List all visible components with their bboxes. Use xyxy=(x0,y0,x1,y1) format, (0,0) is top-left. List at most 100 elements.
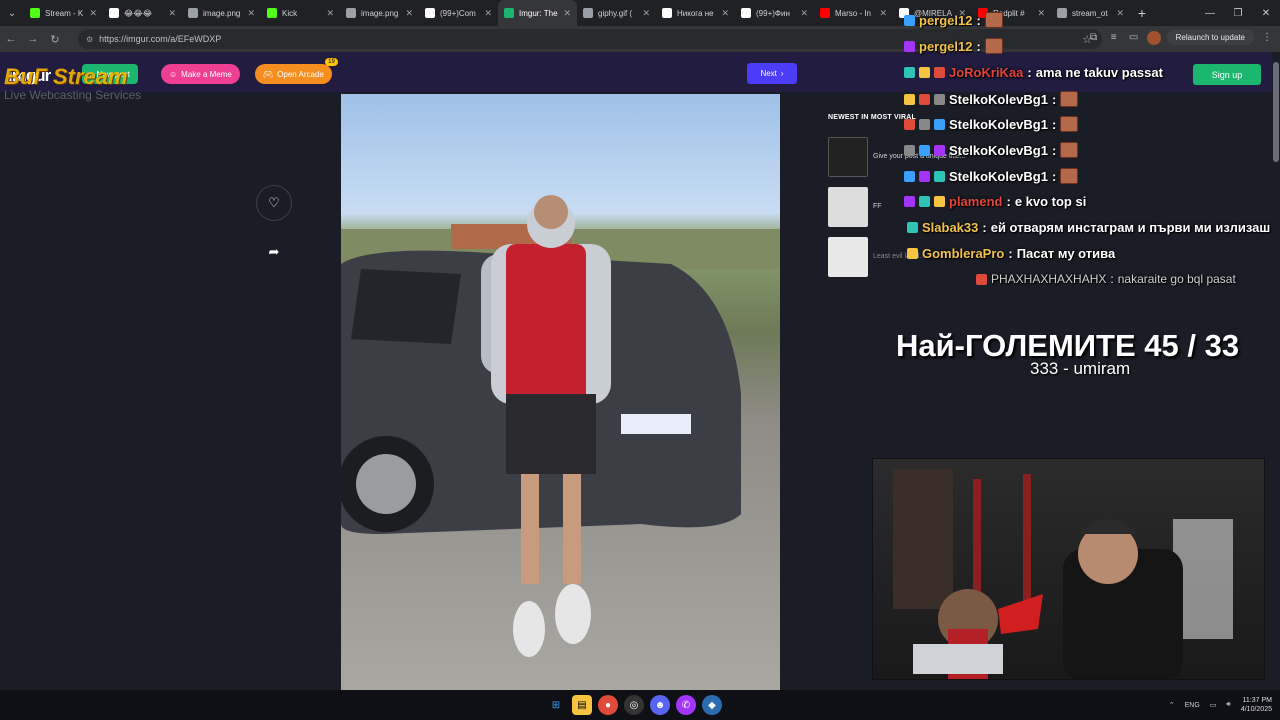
chat-badge-icon xyxy=(904,67,915,78)
media-icon[interactable]: ≡ xyxy=(1107,32,1121,43)
new-tab-button[interactable]: + xyxy=(1130,5,1154,21)
sidepanel-icon[interactable]: ▭ xyxy=(1127,32,1141,43)
meme-icon: ☺ xyxy=(169,69,178,79)
tab-close-icon[interactable]: ✕ xyxy=(168,8,176,19)
chat-message: plamend: e kvo top si xyxy=(904,194,1086,209)
browser-tab[interactable]: Marso - In ✕ xyxy=(814,0,893,26)
back-icon[interactable]: ← xyxy=(0,33,22,45)
tab-close-icon[interactable]: ✕ xyxy=(484,8,492,19)
chat-message: GombleraPro: Пасат му отива xyxy=(907,246,1115,261)
reload-icon[interactable]: ↻ xyxy=(44,33,66,46)
post-thumbnail[interactable] xyxy=(828,137,868,177)
tab-title: Stream - K xyxy=(45,8,84,18)
post-image[interactable] xyxy=(341,94,780,690)
browser-tab[interactable]: Imgur: The ✕ xyxy=(498,0,577,26)
browser-tab[interactable]: Stream - K ✕ xyxy=(24,0,103,26)
tab-search-icon[interactable]: ⌄ xyxy=(0,0,24,26)
minimize-icon[interactable]: — xyxy=(1196,8,1224,19)
messenger-icon[interactable]: ✆ xyxy=(676,695,696,715)
browser-tab[interactable]: 😂😂😂 ✕ xyxy=(103,0,182,26)
clock-date: 4/10/2025 xyxy=(1240,706,1272,713)
kick-icon xyxy=(267,8,277,18)
chat-badge-icon xyxy=(904,196,915,207)
taskbar-clock[interactable]: 11:37 PM 4/10/2025 xyxy=(1241,696,1272,714)
chevron-right-icon: › xyxy=(780,69,784,78)
tiktok-icon xyxy=(741,8,751,18)
windows-start-icon[interactable]: ⊞ xyxy=(546,695,566,715)
obs-icon[interactable]: ◎ xyxy=(624,695,644,715)
chat-text: ama ne takuv passat xyxy=(1035,65,1163,80)
tab-close-icon[interactable]: ✕ xyxy=(800,8,808,19)
tab-close-icon[interactable]: ✕ xyxy=(405,8,413,19)
browser-tab[interactable]: stream_ot ✕ xyxy=(1051,0,1130,26)
scrollbar-thumb[interactable] xyxy=(1273,62,1279,162)
overlay-subtitle: 333 - umiram xyxy=(1030,359,1131,378)
tab-close-icon[interactable]: ✕ xyxy=(563,8,571,19)
tab-close-icon[interactable]: ✕ xyxy=(247,8,255,19)
chat-username: pergel12 xyxy=(919,12,973,28)
next-button[interactable]: Next › xyxy=(747,63,797,84)
tab-title: giphy.gif ( xyxy=(598,8,633,18)
language-indicator[interactable]: ENG xyxy=(1185,702,1200,709)
forward-icon[interactable]: → xyxy=(22,33,44,45)
chat-emote xyxy=(984,38,1003,54)
network-icon[interactable]: ▭ xyxy=(1210,701,1217,709)
tab-close-icon[interactable]: ✕ xyxy=(1116,8,1124,19)
new-post-button[interactable]: + New post xyxy=(82,64,139,84)
chat-badge-icon xyxy=(919,93,930,105)
chat-username: РНАХНАХНАХНАНХ xyxy=(991,272,1107,286)
browser-tab[interactable]: (99+)Com ✕ xyxy=(419,0,498,26)
tab-close-icon[interactable]: ✕ xyxy=(879,8,887,19)
tab-close-icon[interactable]: ✕ xyxy=(642,8,650,19)
close-window-icon[interactable]: ✕ xyxy=(1252,8,1280,19)
tab-close-icon[interactable]: ✕ xyxy=(326,8,334,19)
volume-icon[interactable]: 🔊︎ xyxy=(1226,701,1230,709)
tab-close-icon[interactable]: ✕ xyxy=(1037,8,1045,19)
tab-close-icon[interactable]: ✕ xyxy=(89,8,97,19)
maximize-icon[interactable]: ❐ xyxy=(1224,8,1252,19)
site-info-icon[interactable]: ⚙ xyxy=(86,35,93,44)
webcam-feed xyxy=(872,458,1265,680)
post-thumbnail[interactable] xyxy=(828,187,868,227)
tray-chevron-icon[interactable]: ⌃ xyxy=(1169,701,1175,709)
app-icon[interactable]: ◆ xyxy=(702,695,722,715)
relaunch-button[interactable]: Relaunch to update xyxy=(1166,30,1254,45)
browser-tab[interactable]: image.png ✕ xyxy=(340,0,419,26)
chat-text: nakaraite go bql pasat xyxy=(1117,272,1236,286)
post-title[interactable]: FF xyxy=(873,203,882,210)
chat-username: GombleraPro xyxy=(922,246,1005,261)
chat-message: StelkoKolevBg1: xyxy=(904,91,1079,107)
discord-icon[interactable]: ☻ xyxy=(650,695,670,715)
chat-badge-icon xyxy=(907,248,918,259)
file-explorer-icon[interactable]: ▤ xyxy=(572,695,592,715)
sign-up-button[interactable]: Sign up xyxy=(1193,64,1261,85)
make-meme-button[interactable]: ☺ Make a Meme xyxy=(161,64,240,84)
next-label: Next xyxy=(760,69,777,78)
page-scrollbar[interactable] xyxy=(1272,52,1280,690)
post-thumbnail[interactable] xyxy=(828,237,868,277)
imgur-icon xyxy=(504,8,514,18)
menu-dots-icon[interactable]: ⋮ xyxy=(1260,32,1274,43)
chat-text: Пасат му отива xyxy=(1016,246,1116,261)
share-arrow-icon[interactable]: ➦ xyxy=(256,234,292,270)
avatar[interactable] xyxy=(1146,30,1161,45)
chat-colon: : xyxy=(1027,65,1032,80)
open-arcade-button[interactable]: 🎮︎ Open Arcade 19 xyxy=(255,58,338,84)
tab-title: (99+)Фин xyxy=(756,8,790,18)
extensions-icon[interactable]: ⧉ xyxy=(1087,32,1101,43)
imgur-logo[interactable]: imgur xyxy=(8,66,51,86)
make-meme-label: Make a Meme xyxy=(181,69,232,79)
chrome-icon[interactable]: ● xyxy=(598,695,618,715)
tiktok-icon xyxy=(662,8,672,18)
globe-icon xyxy=(583,8,593,18)
chat-username: StelkoKolevBg1 xyxy=(949,142,1048,158)
favorite-heart-icon[interactable]: ♡ xyxy=(256,185,292,221)
chat-colon: : xyxy=(982,220,987,235)
browser-tab[interactable]: Никога не ✕ xyxy=(656,0,735,26)
chat-username: StelkoKolevBg1 xyxy=(949,91,1048,107)
browser-tab[interactable]: giphy.gif ( ✕ xyxy=(577,0,656,26)
browser-tab[interactable]: Kick ✕ xyxy=(261,0,340,26)
tab-close-icon[interactable]: ✕ xyxy=(721,8,729,19)
browser-tab[interactable]: (99+)Фин ✕ xyxy=(735,0,814,26)
browser-tab[interactable]: image.png ✕ xyxy=(182,0,261,26)
